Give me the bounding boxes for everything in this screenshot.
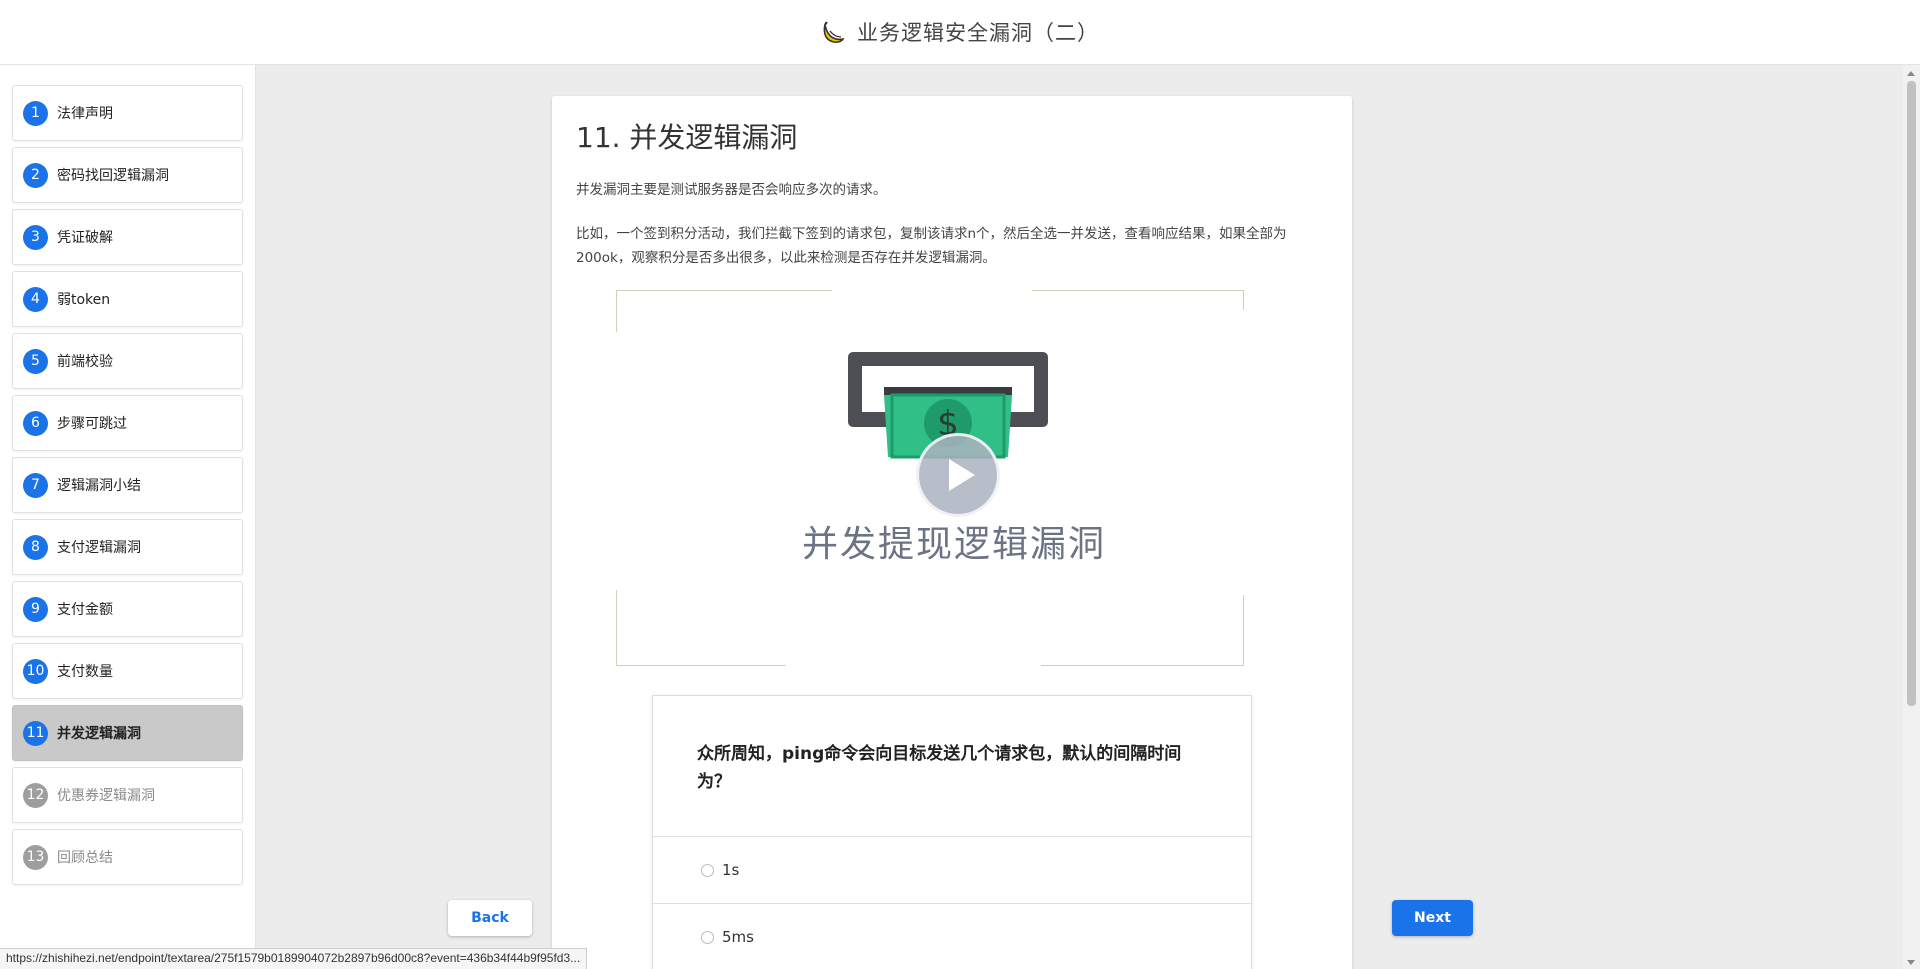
step-number: 9: [23, 596, 48, 622]
sidebar-item-concurrency-logic[interactable]: 11 并发逻辑漏洞: [12, 705, 243, 761]
link-status-bar: https://zhishihezi.net/endpoint/textarea…: [0, 948, 588, 969]
sidebar-item-label: 支付数量: [57, 664, 113, 680]
lesson-paragraph-2: 比如，一个签到积分活动，我们拦截下签到的请求包，复制该请求n个，然后全选一并发送…: [576, 226, 1287, 266]
lesson-paragraph-1: 并发漏洞主要是测试服务器是否会响应多次的请求。: [576, 182, 887, 198]
radio-icon[interactable]: [701, 863, 714, 877]
radio-icon[interactable]: [701, 930, 714, 944]
step-number: 1: [23, 100, 48, 126]
play-button[interactable]: [916, 433, 1000, 517]
sidebar-item-step-skipping[interactable]: 6 步骤可跳过: [12, 395, 243, 451]
quiz-question: 众所周知，ping命令会向目标发送几个请求包，默认的间隔时间为？: [653, 696, 1251, 837]
sidebar-item-review-summary[interactable]: 13 回顾总结: [12, 829, 243, 885]
sidebar-item-label: 步骤可跳过: [57, 416, 127, 432]
step-number: 8: [23, 534, 48, 560]
sidebar-item-label: 支付逻辑漏洞: [57, 540, 141, 556]
quiz-option[interactable]: 1s: [653, 837, 1251, 904]
step-number: 13: [23, 844, 48, 870]
step-number: 6: [23, 410, 48, 436]
sidebar-steps: 1 法律声明 2 密码找回逻辑漏洞 3 凭证破解 4 弱token 5 前端校验…: [0, 65, 256, 969]
sidebar-item-frontend-validation[interactable]: 5 前端校验: [12, 333, 243, 389]
quiz-option[interactable]: 5ms: [653, 904, 1251, 969]
sidebar-item-label: 逻辑漏洞小结: [57, 478, 141, 494]
sidebar-item-label: 回顾总结: [57, 850, 113, 866]
sidebar-item-label: 密码找回逻辑漏洞: [57, 168, 169, 184]
scroll-up-icon[interactable]: [1907, 71, 1915, 76]
sidebar-item-password-reset-flaw[interactable]: 2 密码找回逻辑漏洞: [12, 147, 243, 203]
quiz-option-label: 5ms: [722, 928, 754, 946]
step-number: 10: [23, 658, 48, 684]
lesson-title: 11. 并发逻辑漏洞: [576, 121, 798, 154]
step-number: 11: [23, 720, 48, 746]
step-number: 7: [23, 472, 48, 498]
step-number: 4: [23, 286, 48, 312]
back-button[interactable]: Back: [448, 900, 532, 936]
quiz-card: 众所周知，ping命令会向目标发送几个请求包，默认的间隔时间为？ 1s 5ms: [652, 695, 1252, 969]
video-caption: 并发提现逻辑漏洞: [801, 524, 1106, 565]
step-number: 3: [23, 224, 48, 250]
sidebar-item-credential-cracking[interactable]: 3 凭证破解: [12, 209, 243, 265]
next-button[interactable]: Next: [1392, 900, 1473, 936]
sidebar-item-label: 支付金额: [57, 602, 113, 618]
sidebar-item-label: 凭证破解: [57, 230, 113, 246]
step-number: 2: [23, 162, 48, 188]
banana-logo-icon: [823, 21, 845, 43]
scrollbar-thumb[interactable]: [1907, 81, 1916, 706]
video-player[interactable]: $ 并发提现逻辑漏洞: [616, 290, 1292, 672]
scroll-down-icon[interactable]: [1907, 960, 1915, 965]
sidebar-item-logic-summary[interactable]: 7 逻辑漏洞小结: [12, 457, 243, 513]
sidebar-item-payment-logic[interactable]: 8 支付逻辑漏洞: [12, 519, 243, 575]
sidebar-item-label: 前端校验: [57, 354, 113, 370]
sidebar-item-label: 弱token: [57, 292, 111, 308]
quiz-option-label: 1s: [722, 861, 740, 879]
app-header: 业务逻辑安全漏洞（二）: [0, 0, 1920, 65]
sidebar-item-payment-amount[interactable]: 9 支付金额: [12, 581, 243, 637]
sidebar-item-label: 法律声明: [57, 106, 113, 122]
sidebar-item-payment-quantity[interactable]: 10 支付数量: [12, 643, 243, 699]
sidebar-item-label: 并发逻辑漏洞: [57, 726, 141, 742]
sidebar-item-label: 优惠券逻辑漏洞: [57, 788, 155, 804]
sidebar-item-legal-statement[interactable]: 1 法律声明: [12, 85, 243, 141]
page-title: 业务逻辑安全漏洞（二）: [857, 21, 1099, 45]
sidebar-item-weak-token[interactable]: 4 弱token: [12, 271, 243, 327]
play-icon: [949, 459, 975, 491]
step-number: 12: [23, 782, 48, 808]
sidebar-item-coupon-logic[interactable]: 12 优惠券逻辑漏洞: [12, 767, 243, 823]
vertical-scrollbar[interactable]: [1903, 65, 1920, 969]
step-number: 5: [23, 348, 48, 374]
